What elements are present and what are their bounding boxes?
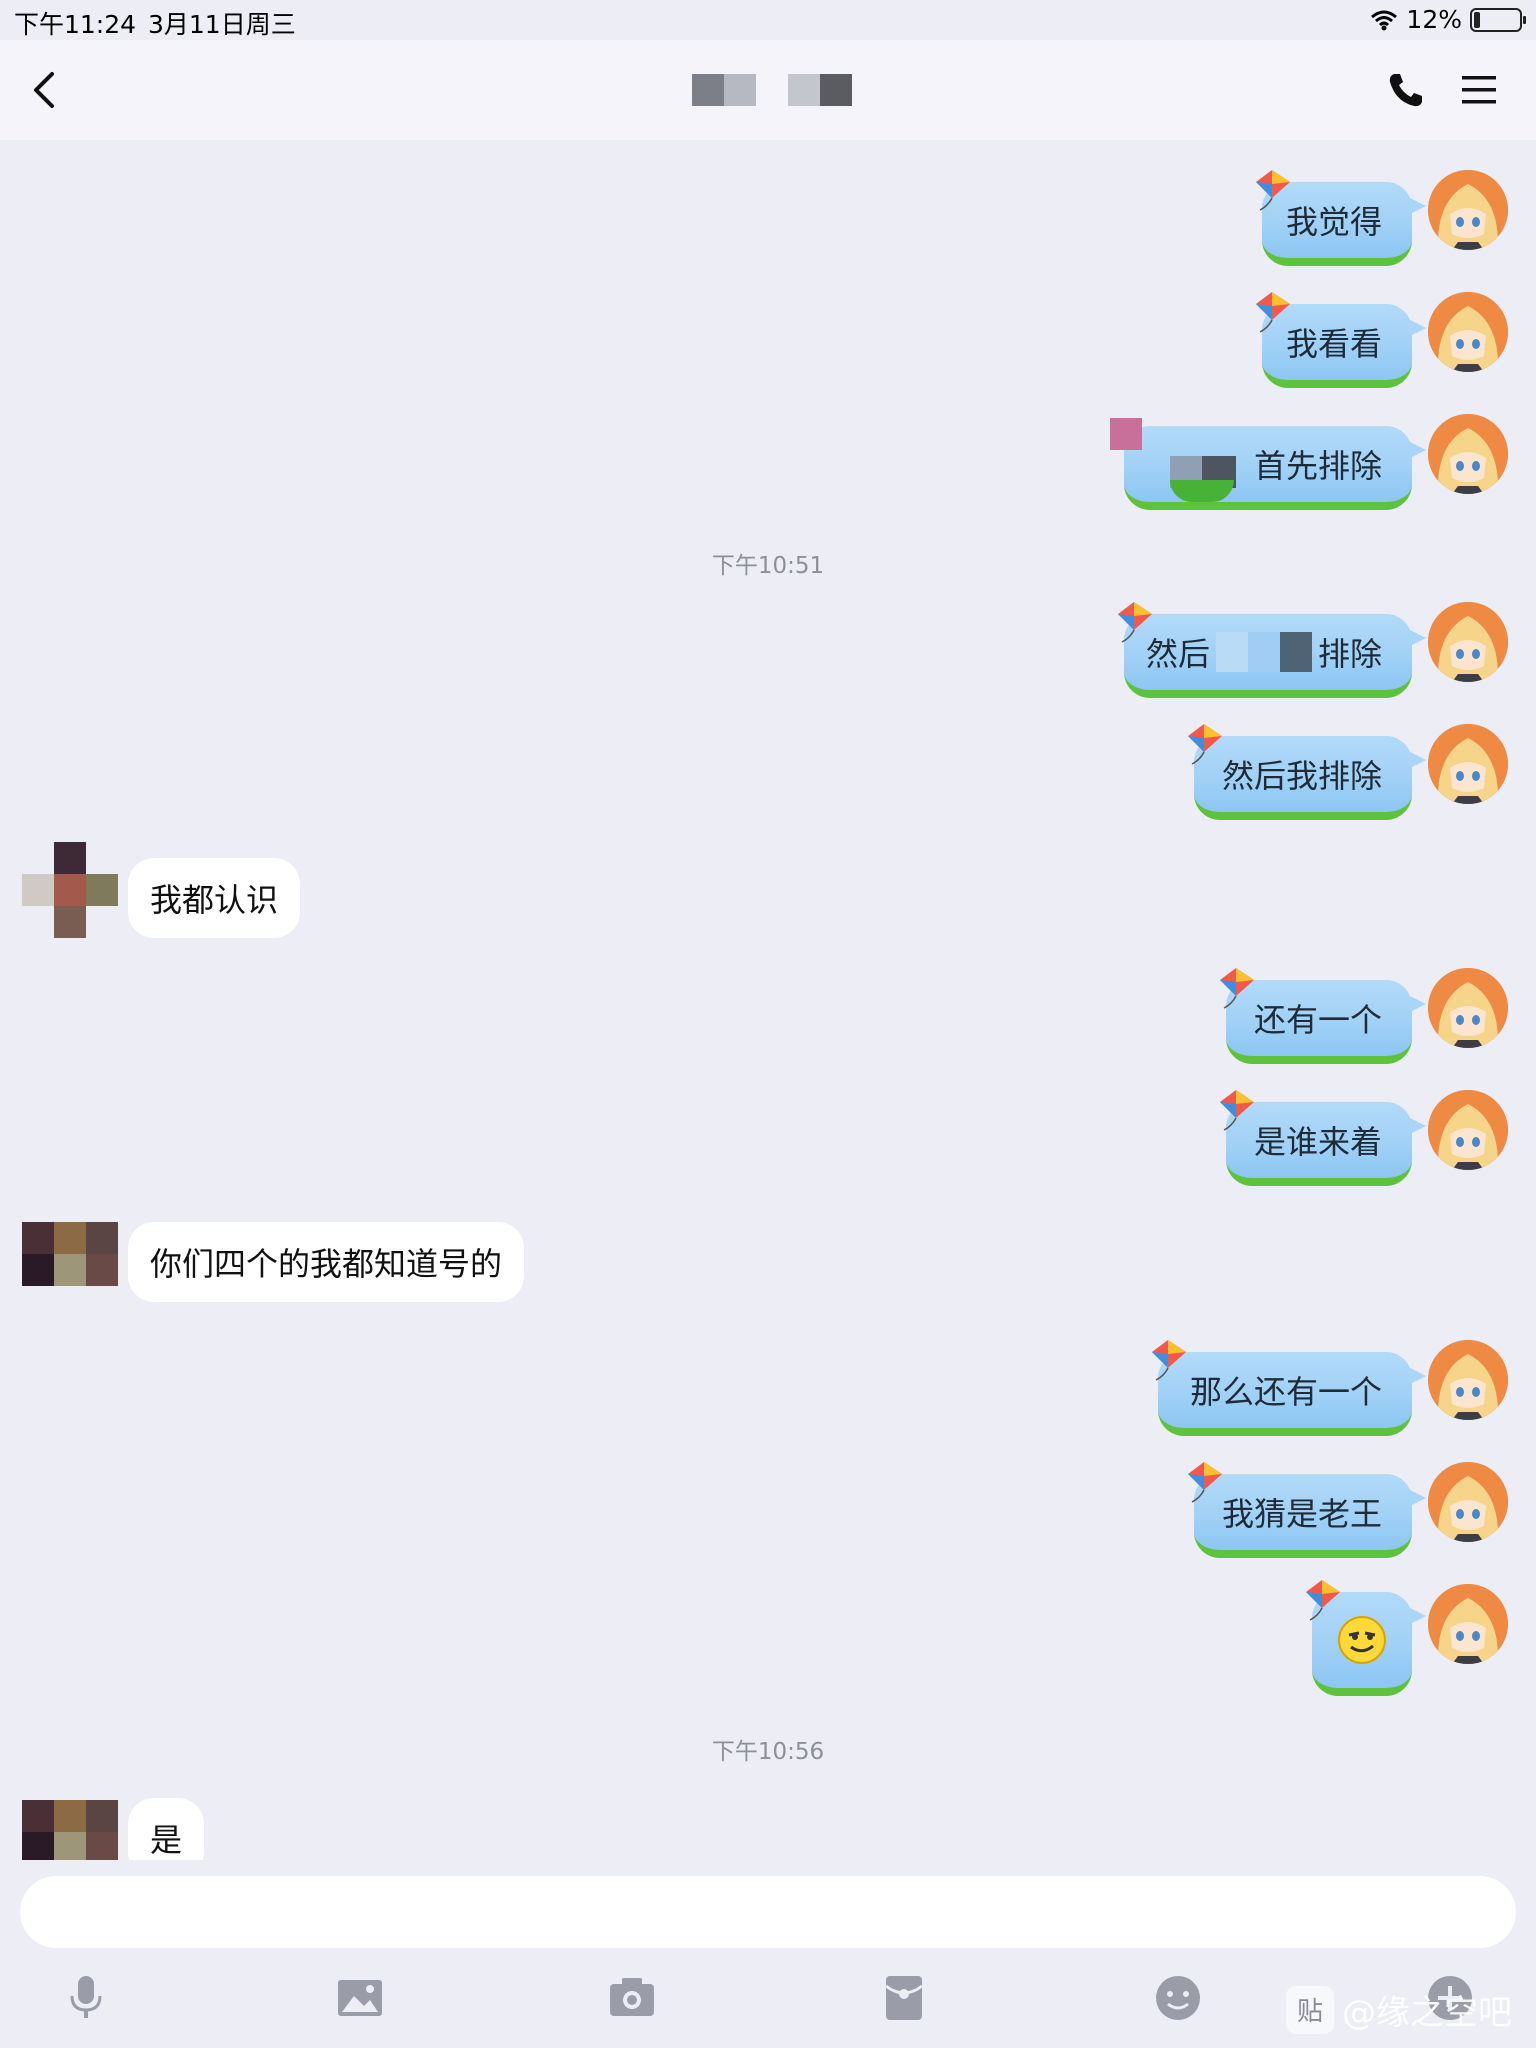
pixelated-redaction <box>1216 632 1312 672</box>
kite-icon <box>1255 169 1291 211</box>
message-text: 是谁来着 <box>1253 1123 1382 1161</box>
message-bubble-other[interactable]: 你们四个的我都知道号的 <box>128 1222 525 1302</box>
red-envelope-icon[interactable] <box>878 1972 930 2024</box>
message-bubble-other[interactable]: 是 <box>128 1798 205 1868</box>
message-row-other: 是 <box>0 1798 1536 1868</box>
hamburger-menu-icon[interactable] <box>1458 70 1500 110</box>
microphone-icon[interactable] <box>60 1972 112 2024</box>
message-bubble-me[interactable]: 然后我排除 <box>1187 723 1426 820</box>
status-date: 3月11日周三 <box>148 10 296 39</box>
avatar-other-pixelated[interactable] <box>22 1800 118 1868</box>
avatar-me[interactable] <box>1428 1090 1508 1170</box>
message-text: 然后我排除 <box>1221 757 1382 795</box>
chat-header <box>0 40 1536 140</box>
wifi-icon <box>1371 10 1398 30</box>
message-row-me: 首先排除 <box>0 414 1536 524</box>
message-text: 我觉得 <box>1285 203 1382 241</box>
battery-icon <box>1470 7 1526 32</box>
chevron-left-icon[interactable] <box>22 64 68 116</box>
emoji-icon[interactable] <box>1152 1972 1204 2024</box>
message-bubble-other[interactable]: 我都认识 <box>128 858 301 938</box>
message-row-other: 你们四个的我都知道号的 <box>0 1222 1536 1322</box>
kite-icon <box>1187 1461 1223 1503</box>
message-bubble-me[interactable]: 然后 排除 <box>1117 601 1426 698</box>
avatar-other-pixelated[interactable] <box>22 842 118 938</box>
message-bubble-me[interactable]: 还有一个 <box>1219 967 1426 1064</box>
watermark: 贴 @缘之空吧 <box>1286 1985 1512 2034</box>
avatar-me[interactable] <box>1428 292 1508 372</box>
kite-icon <box>1219 967 1255 1009</box>
message-bubble-me[interactable]: 我猜是老王 <box>1187 1461 1426 1558</box>
message-row-me <box>0 1579 1536 1704</box>
kite-icon <box>1255 291 1291 333</box>
message-row-me: 然后我排除 <box>0 723 1536 834</box>
kite-icon <box>1219 1089 1255 1131</box>
message-text-part2: 排除 <box>1317 635 1382 673</box>
watermark-text: @缘之空吧 <box>1342 1993 1512 2033</box>
avatar-me[interactable] <box>1428 1584 1508 1664</box>
phone-icon[interactable] <box>1386 70 1426 110</box>
message-text: 我都认识 <box>150 881 279 919</box>
camera-icon[interactable] <box>606 1972 658 2024</box>
message-row-me: 是谁来着 <box>0 1089 1536 1200</box>
message-bubble-me[interactable] <box>1305 1579 1426 1696</box>
pixelated-name-block <box>692 74 756 106</box>
chat-input-area: 贴 @缘之空吧 <box>0 1860 1536 2048</box>
avatar-me[interactable] <box>1428 1340 1508 1420</box>
tieba-logo: 贴 <box>1286 1985 1334 2034</box>
message-row-me: 还有一个 <box>0 967 1536 1078</box>
message-bubble-me[interactable]: 我觉得 <box>1255 169 1426 266</box>
avatar-me[interactable] <box>1428 602 1508 682</box>
message-bubble-me[interactable]: 是谁来着 <box>1219 1089 1426 1186</box>
message-row-me: 我觉得 <box>0 169 1536 280</box>
avatar-me[interactable] <box>1428 724 1508 804</box>
image-icon[interactable] <box>334 1972 386 2024</box>
message-timestamp: 下午10:51 <box>711 553 825 579</box>
message-text: 还有一个 <box>1253 1001 1382 1039</box>
status-bar: 下午11:24 3月11日周三 12% <box>0 0 1536 40</box>
status-time: 下午11:24 <box>14 10 137 39</box>
avatar-me[interactable] <box>1428 414 1508 494</box>
avatar-me[interactable] <box>1428 968 1508 1048</box>
avatar-other-pixelated[interactable] <box>22 1222 118 1288</box>
message-text: 是 <box>150 1821 183 1859</box>
pixelated-redaction <box>1110 418 1242 502</box>
kite-icon <box>1187 723 1223 765</box>
message-bubble-me[interactable]: 首先排除 <box>1110 418 1426 510</box>
message-row-me: 那么还有一个 <box>0 1339 1536 1450</box>
message-bubble-me[interactable]: 我看看 <box>1255 291 1426 388</box>
message-bubble-me[interactable]: 那么还有一个 <box>1151 1339 1426 1436</box>
smirk-emoji-icon <box>1338 1616 1386 1664</box>
message-row-other: 我都认识 <box>0 842 1536 942</box>
message-row-me: 我看看 <box>0 291 1536 402</box>
pixelated-name-block <box>788 74 852 106</box>
kite-icon <box>1151 1339 1187 1381</box>
message-text: 我猜是老王 <box>1221 1495 1382 1533</box>
message-text: 首先排除 <box>1253 447 1382 485</box>
avatar-me[interactable] <box>1428 1462 1508 1542</box>
kite-icon <box>1305 1579 1341 1621</box>
message-row-me: 然后 排除 <box>0 601 1536 712</box>
message-text: 我看看 <box>1285 325 1382 363</box>
message-input[interactable] <box>20 1876 1516 1948</box>
battery-percent: 12% <box>1406 5 1462 34</box>
message-timestamp: 下午10:56 <box>711 1739 825 1765</box>
message-row-me: 我猜是老王 <box>0 1461 1536 1572</box>
message-text: 那么还有一个 <box>1189 1373 1382 1411</box>
status-right: 12% <box>1370 5 1526 34</box>
message-text: 你们四个的我都知道号的 <box>150 1245 503 1283</box>
kite-icon <box>1117 601 1153 643</box>
chat-title-pixelated <box>692 74 852 106</box>
avatar-me[interactable] <box>1428 170 1508 250</box>
